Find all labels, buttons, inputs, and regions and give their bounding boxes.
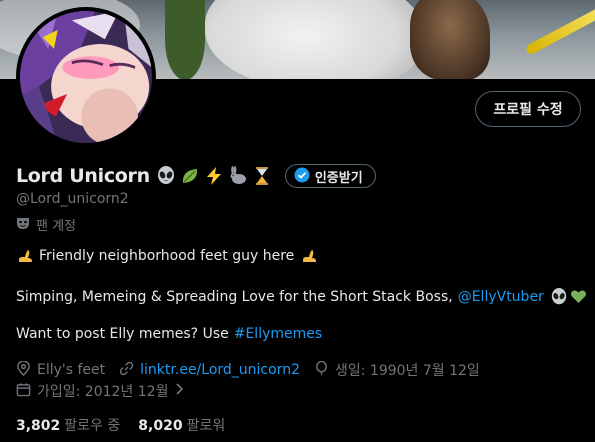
followers-stat[interactable]: 8,020 팔로워 [138, 415, 225, 435]
rabbit-icon [228, 166, 249, 187]
website-link[interactable]: linktr.ee/Lord_unicorn2 [140, 362, 300, 378]
balloon-icon [314, 360, 329, 380]
profile-meta-row-1: Elly's feet linktr.ee/Lord_unicorn2 생일: … [16, 359, 494, 380]
get-verified-label: 인증받기 [314, 169, 363, 185]
lightning-icon [204, 166, 225, 187]
account-type: 팬 계정 [16, 215, 76, 234]
account-type-label: 팬 계정 [36, 219, 77, 234]
following-label: 팔로우 중 [64, 418, 121, 434]
birthday-label: 생일: 1990년 7월 12일 [334, 363, 480, 379]
follow-stats: 3,802 팔로우 중 8,020 팔로워 [16, 415, 225, 435]
following-stat[interactable]: 3,802 팔로우 중 [16, 415, 120, 435]
green-heart-icon [569, 287, 588, 306]
following-count: 3,802 [16, 418, 61, 434]
mention-link[interactable]: @EllyVtuber [458, 289, 544, 305]
bio-line-3-text: Want to post Elly memes? Use [16, 326, 229, 342]
location: Elly's feet [16, 359, 106, 380]
hourglass-icon [252, 166, 273, 187]
bio-line-1-text: Friendly neighborhood feet guy here [39, 247, 295, 264]
link-icon [119, 361, 134, 380]
joined[interactable]: 가입일: 2012년 12월 [16, 381, 184, 401]
leaf-icon [180, 166, 201, 187]
location-label: Elly's feet [37, 362, 106, 378]
bio-line-1: Friendly neighborhood feet guy here [16, 246, 319, 265]
name-emoji-group [156, 166, 273, 187]
fan-mask-icon [16, 216, 30, 234]
joined-label: 가입일: 2012년 12월 [37, 384, 169, 400]
birthday: 생일: 1990년 7월 12일 [314, 360, 480, 380]
alien-icon [156, 166, 177, 187]
chevron-right-icon [174, 382, 184, 400]
alien-icon [550, 287, 569, 306]
edit-profile-button[interactable]: 프로필 수정 [475, 91, 581, 127]
verified-badge-icon [294, 167, 310, 186]
profile-meta-row-2: 가입일: 2012년 12월 [16, 381, 198, 401]
display-name: Lord Unicorn [16, 165, 150, 187]
bio-line-3: Want to post Elly memes? Use #Ellymemes [16, 326, 322, 342]
website[interactable]: linktr.ee/Lord_unicorn2 [119, 361, 300, 380]
bio-line-2: Simping, Memeing & Spreading Love for th… [16, 287, 588, 306]
get-verified-button[interactable]: 인증받기 [284, 164, 376, 188]
calendar-icon [16, 382, 31, 401]
foot-icon [16, 246, 35, 265]
followers-count: 8,020 [138, 418, 183, 434]
hashtag-link[interactable]: #Ellymemes [234, 326, 322, 342]
followers-label: 팔로워 [186, 418, 226, 434]
bio-line-2-text: Simping, Memeing & Spreading Love for th… [16, 288, 453, 305]
foot-icon [300, 246, 319, 265]
location-pin-icon [16, 359, 31, 380]
handle: @Lord_unicorn2 [16, 191, 129, 207]
name-row: Lord Unicorn 인증받기 [16, 163, 376, 189]
avatar[interactable] [16, 7, 156, 147]
